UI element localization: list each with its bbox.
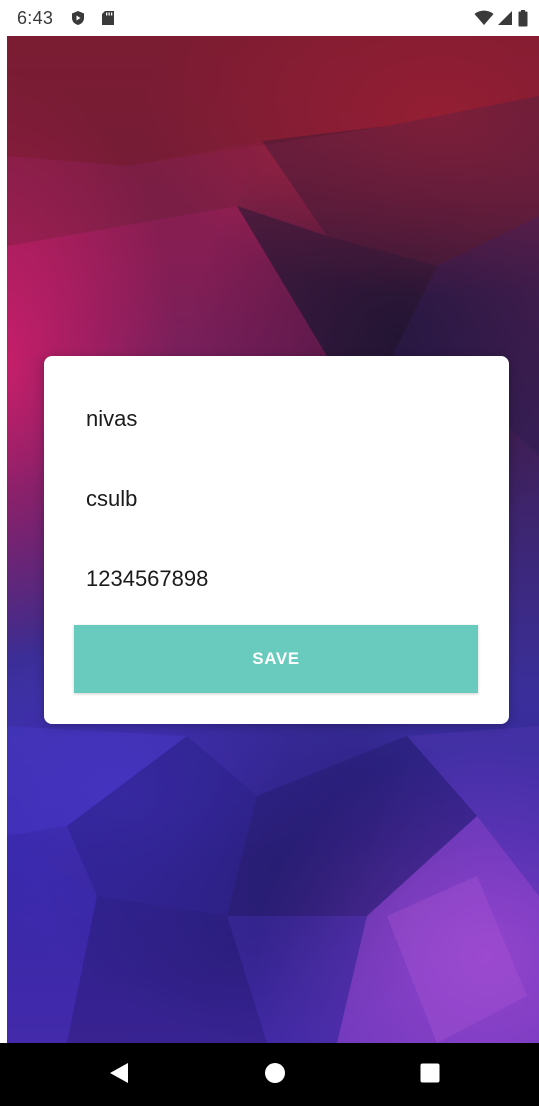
home-icon [264,1062,286,1088]
status-time: 6:43 [17,8,54,28]
form-card: nivas csulb 1234567898 SAVE [44,356,509,724]
name-field[interactable]: nivas [86,406,137,432]
recents-button[interactable] [390,1043,470,1106]
back-button[interactable] [79,1043,159,1106]
wifi-icon [474,10,494,30]
navigation-bar [0,1043,539,1106]
phone-field[interactable]: 1234567898 [86,566,208,592]
home-button[interactable] [235,1043,315,1106]
play-protect-icon [70,10,86,30]
back-icon [109,1062,129,1088]
battery-icon [518,10,528,31]
school-field[interactable]: csulb [86,486,137,512]
cell-signal-icon [497,10,513,30]
recents-icon [420,1063,440,1087]
save-button[interactable]: SAVE [74,625,478,693]
sd-card-icon [101,10,115,30]
status-bar: 6:43 [0,0,539,36]
